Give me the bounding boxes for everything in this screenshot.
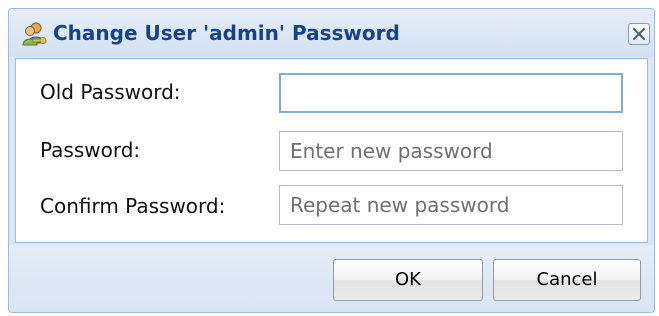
password-label: Password: — [40, 138, 141, 162]
close-icon — [629, 28, 649, 48]
change-password-dialog: Change User 'admin' Password Old Passwor… — [8, 8, 655, 313]
cancel-button[interactable]: Cancel — [493, 259, 641, 301]
ok-button[interactable]: OK — [333, 259, 483, 301]
old-password-label: Old Password: — [40, 80, 181, 104]
dialog-titlebar[interactable]: Change User 'admin' Password — [9, 9, 654, 57]
old-password-field[interactable] — [279, 73, 623, 113]
confirm-password-field[interactable] — [279, 185, 623, 225]
dialog-title: Change User 'admin' Password — [53, 21, 400, 45]
close-button[interactable] — [628, 23, 650, 45]
confirm-password-label: Confirm Password: — [40, 194, 226, 218]
users-key-icon — [21, 21, 47, 47]
form-panel: Old Password: Password: Confirm Password… — [15, 58, 648, 243]
new-password-field[interactable] — [279, 131, 623, 171]
